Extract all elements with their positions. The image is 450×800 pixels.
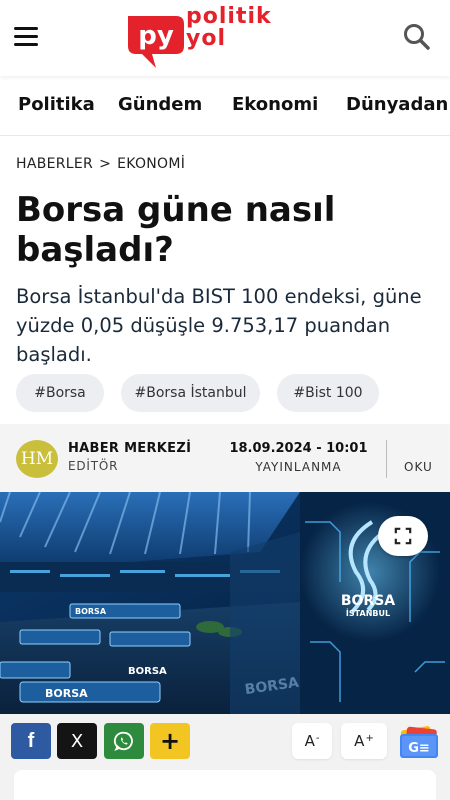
font-increase-letter: A: [354, 732, 365, 750]
nav-item-gundem[interactable]: Gündem: [118, 94, 202, 115]
svg-text:BORSA: BORSA: [45, 687, 88, 700]
tag-borsa[interactable]: #Borsa: [16, 374, 104, 412]
article-summary: Borsa İstanbul'da BIST 100 endeksi, güne…: [16, 285, 422, 366]
expand-icon: [394, 527, 412, 545]
nav-item-politika[interactable]: Politika: [18, 94, 95, 115]
google-news-button[interactable]: G≡: [398, 722, 440, 762]
more-share-button[interactable]: +: [150, 723, 190, 759]
plus-icon: +: [159, 727, 181, 755]
search-icon: [404, 24, 430, 50]
next-content-card: [14, 770, 436, 800]
nav-item-ekonomi[interactable]: Ekonomi: [232, 94, 318, 115]
facebook-icon: f: [27, 729, 35, 752]
tag-borsa-istanbul[interactable]: #Borsa İstanbul: [121, 374, 260, 412]
hero-sign-top: BORSA: [341, 593, 395, 609]
logo-mark-letters: py: [138, 21, 174, 51]
hamburger-icon-bar: [14, 34, 38, 38]
hamburger-icon-bar: [14, 42, 38, 46]
breadcrumb-separator: >: [99, 156, 112, 172]
logo-wordmark: politik yol: [186, 6, 272, 50]
author-avatar[interactable]: HM: [16, 440, 58, 478]
font-increase-button[interactable]: A +: [341, 723, 387, 759]
site-header: py politik yol: [0, 0, 450, 76]
author-bar: HM HABER MERKEZİ EDİTÖR 18.09.2024 - 10:…: [0, 424, 450, 492]
read-button[interactable]: OKU: [404, 460, 433, 474]
menu-button[interactable]: [14, 22, 42, 50]
hero-image[interactable]: BORSA BORSA BORSA BORSA BORSA İSTANBUL: [0, 492, 450, 714]
publish-label: YAYINLANMA: [255, 460, 342, 474]
whatsapp-icon: [113, 731, 133, 751]
font-decrease-sign: -: [315, 732, 320, 744]
google-news-icon: G≡: [400, 726, 438, 758]
whatsapp-share-button[interactable]: [104, 723, 144, 759]
google-news-label: G≡: [408, 741, 430, 756]
next-content-strip: [0, 770, 450, 800]
logo-line-1: politik: [186, 4, 272, 29]
site-logo[interactable]: py politik yol: [122, 6, 322, 72]
breadcrumb-current[interactable]: EKONOMİ: [117, 156, 185, 172]
hamburger-icon-bar: [14, 26, 38, 30]
author-name[interactable]: HABER MERKEZİ: [68, 441, 191, 456]
article-title: Borsa güne nasıl başladı?: [16, 190, 336, 270]
logo-mark-icon: py: [128, 16, 184, 68]
tag-bist-100[interactable]: #Bist 100: [277, 374, 379, 412]
expand-image-button[interactable]: [378, 516, 428, 556]
author-role: EDİTÖR: [68, 459, 119, 473]
x-share-button[interactable]: X: [57, 723, 97, 759]
font-decrease-letter: A: [304, 732, 315, 750]
font-decrease-button[interactable]: A-: [292, 723, 332, 759]
x-icon: X: [70, 730, 84, 752]
search-button[interactable]: [402, 22, 432, 52]
svg-text:BORSA: BORSA: [128, 666, 167, 677]
breadcrumb-root[interactable]: HABERLER: [16, 156, 93, 172]
breadcrumb: HABERLER > EKONOMİ: [16, 156, 185, 172]
author-bar-divider: [386, 440, 387, 478]
logo-line-2: yol: [186, 26, 226, 51]
facebook-share-button[interactable]: f: [11, 723, 51, 759]
svg-text:BORSA: BORSA: [75, 607, 107, 616]
nav-item-dunyadan[interactable]: Dünyadan: [346, 94, 448, 115]
category-nav: Politika Gündem Ekonomi Dünyadan: [0, 78, 450, 136]
hero-sign-bottom: İSTANBUL: [346, 608, 390, 618]
share-bar: f X + A- A + G≡: [0, 714, 450, 770]
publish-date: 18.09.2024 - 10:01: [229, 441, 368, 456]
font-increase-sign: +: [365, 732, 374, 744]
